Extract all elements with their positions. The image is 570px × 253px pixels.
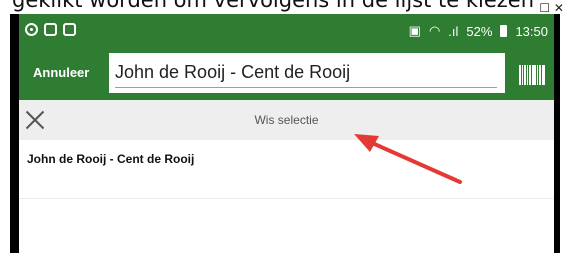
annotation-arrow bbox=[354, 134, 462, 184]
